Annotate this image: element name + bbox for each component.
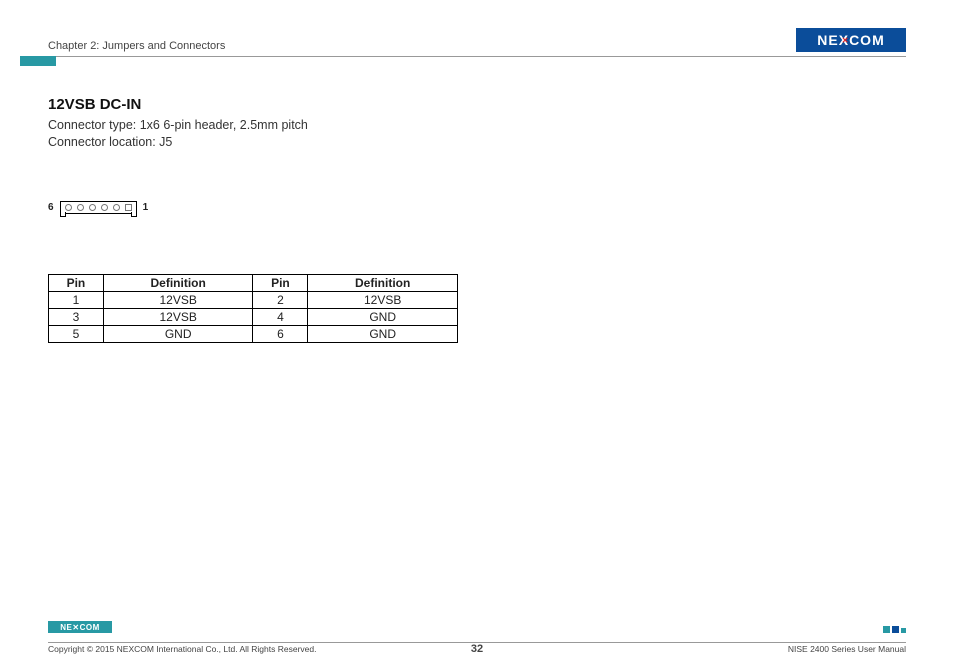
connector-diagram: 6 1 [48, 201, 906, 214]
cell-pin: 2 [253, 291, 308, 308]
footer-decoration [883, 626, 906, 633]
th-pin: Pin [253, 274, 308, 291]
connector-location: Connector location: J5 [48, 134, 906, 151]
chapter-title: Chapter 2: Jumpers and Connectors [48, 40, 225, 52]
connector-box [60, 201, 137, 214]
cell-pin: 4 [253, 308, 308, 325]
pinout-table: Pin Definition Pin Definition 1 12VSB 2 … [48, 274, 458, 343]
pin-hole [65, 204, 72, 211]
th-definition: Definition [308, 274, 458, 291]
cell-def: 12VSB [103, 308, 253, 325]
pin-hole [77, 204, 84, 211]
cell-pin: 3 [49, 308, 104, 325]
pin-label-right: 1 [143, 202, 149, 213]
brand-logo-footer: NE✕COM [48, 621, 112, 633]
table-header-row: Pin Definition Pin Definition [49, 274, 458, 291]
th-pin: Pin [49, 274, 104, 291]
cell-def: 12VSB [308, 291, 458, 308]
table-row: 3 12VSB 4 GND [49, 308, 458, 325]
cell-pin: 1 [49, 291, 104, 308]
brand-logo-top: NEXCOM [796, 28, 906, 52]
pin-1-square [125, 204, 132, 211]
cell-def: GND [308, 308, 458, 325]
cell-def: GND [103, 325, 253, 342]
cell-pin: 5 [49, 325, 104, 342]
connector-type: Connector type: 1x6 6-pin header, 2.5mm … [48, 117, 906, 134]
cell-def: 12VSB [103, 291, 253, 308]
table-row: 5 GND 6 GND [49, 325, 458, 342]
cell-def: GND [308, 325, 458, 342]
table-row: 1 12VSB 2 12VSB [49, 291, 458, 308]
pin-hole [113, 204, 120, 211]
page-number: 32 [471, 643, 483, 655]
cell-pin: 6 [253, 325, 308, 342]
manual-title: NISE 2400 Series User Manual [788, 644, 906, 654]
header-rule [48, 56, 906, 57]
pin-hole [89, 204, 96, 211]
pin-hole [101, 204, 108, 211]
accent-bar [20, 56, 56, 66]
copyright: Copyright © 2015 NEXCOM International Co… [48, 644, 316, 654]
pin-label-left: 6 [48, 202, 54, 213]
th-definition: Definition [103, 274, 253, 291]
section-title: 12VSB DC-IN [48, 96, 906, 113]
